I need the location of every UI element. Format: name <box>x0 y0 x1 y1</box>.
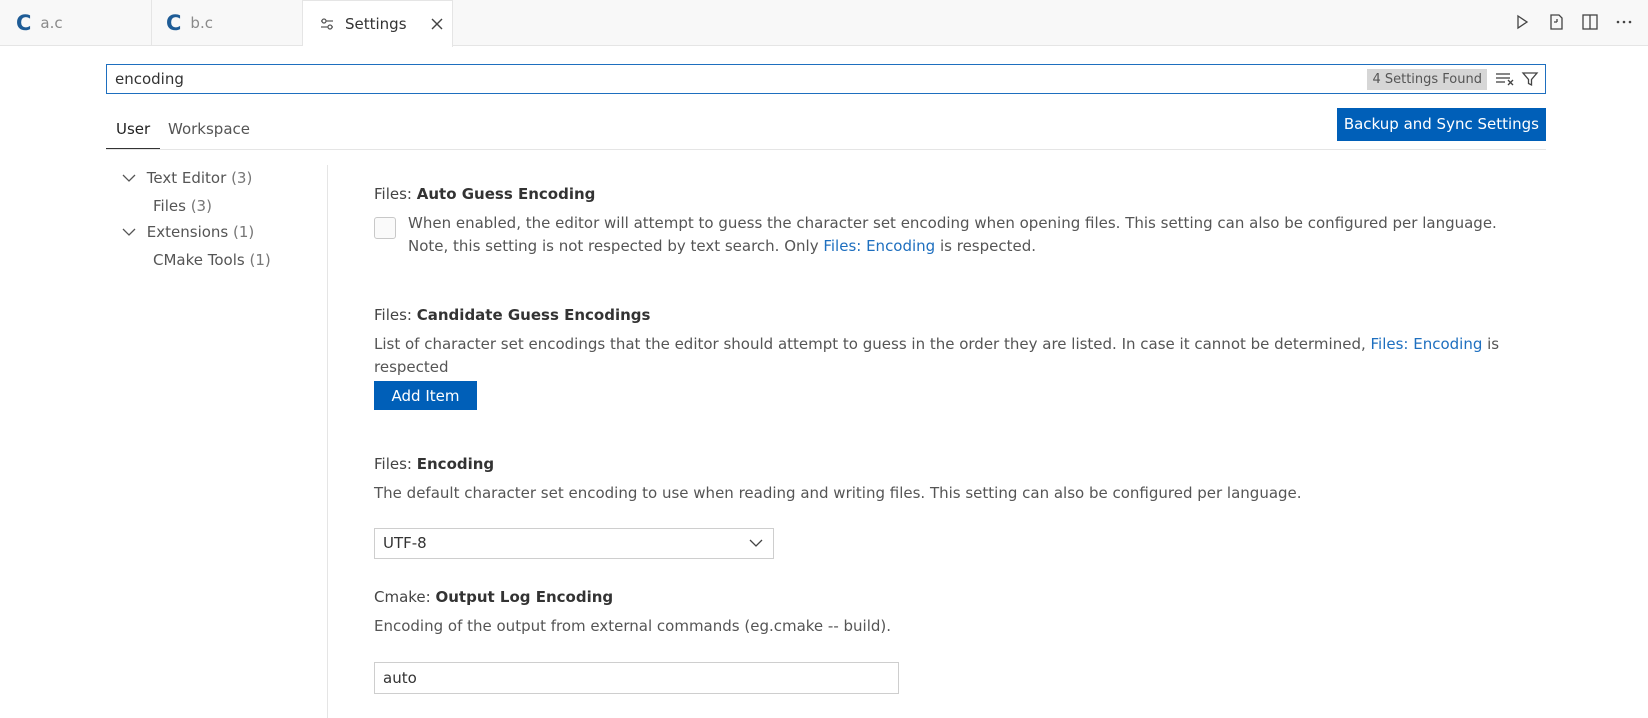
description-text: List of character set encodings that the… <box>374 335 1371 353</box>
tab-label: a.c <box>40 14 63 32</box>
auto-guess-encoding-checkbox[interactable] <box>374 217 396 239</box>
description-text: is respected. <box>935 237 1037 255</box>
c-language-icon: C <box>16 10 32 35</box>
settings-sliders-icon <box>321 18 333 30</box>
toc-item-extensions[interactable]: Extensions (1) <box>122 223 254 241</box>
settings-scope-tabs: User Workspace Backup and Sync Settings <box>105 108 1546 150</box>
split-editor-icon[interactable] <box>1580 12 1600 32</box>
c-language-icon: C <box>166 10 182 35</box>
tab-user[interactable]: User <box>105 120 161 149</box>
toc-count: (1) <box>233 223 255 241</box>
setting-name: Auto Guess Encoding <box>416 185 596 203</box>
setting-title: Files: Auto Guess Encoding <box>374 185 1534 203</box>
editor-tab-bar: C a.c C b.c Settings <box>0 0 1648 47</box>
backup-sync-button[interactable]: Backup and Sync Settings <box>1336 108 1546 141</box>
setting-title: Cmake: Output Log Encoding <box>374 588 1534 606</box>
tab-label: Settings <box>345 15 407 33</box>
results-count-badge: 4 Settings Found <box>1367 69 1487 90</box>
add-item-button[interactable]: Add Item <box>374 381 477 410</box>
setting-description: Encoding of the output from external com… <box>374 617 892 635</box>
close-icon[interactable] <box>429 16 445 32</box>
encoding-select[interactable]: UTF-8 <box>374 528 774 559</box>
toc-item-cmake-tools[interactable]: CMake Tools (1) <box>153 251 271 269</box>
toc-item-text-editor[interactable]: Text Editor (3) <box>122 169 252 187</box>
setting-name: Output Log Encoding <box>435 588 614 606</box>
setting-category: Files: <box>374 455 417 473</box>
setting-name: Encoding <box>416 455 495 473</box>
tab-settings[interactable]: Settings <box>303 0 453 47</box>
toc-item-files[interactable]: Files (3) <box>153 197 212 215</box>
setting-output-log-encoding: Cmake: Output Log Encoding Encoding of t… <box>374 588 1534 694</box>
tab-workspace[interactable]: Workspace <box>168 120 250 138</box>
open-settings-json-icon[interactable] <box>1546 12 1566 32</box>
toc-count: (3) <box>190 197 212 215</box>
toc-label: Extensions <box>146 223 229 241</box>
setting-description: When enabled, the editor will attempt to… <box>374 212 1534 258</box>
setting-description: The default character set encoding to us… <box>374 484 1302 502</box>
settings-search-input[interactable] <box>115 69 1365 89</box>
chevron-down-icon <box>122 174 136 182</box>
filter-icon[interactable] <box>1521 70 1539 88</box>
toc-count: (3) <box>231 169 253 187</box>
files-encoding-link[interactable]: Files: Encoding <box>823 237 935 255</box>
setting-category: Cmake: <box>374 588 436 606</box>
output-log-encoding-input[interactable] <box>374 662 899 694</box>
clear-search-icon[interactable] <box>1495 70 1515 88</box>
toc-label: CMake Tools <box>153 251 245 269</box>
settings-search-box: 4 Settings Found <box>106 64 1546 94</box>
more-actions-icon[interactable] <box>1614 12 1634 32</box>
toc-count: (1) <box>249 251 271 269</box>
setting-description: List of character set encodings that the… <box>374 333 1534 379</box>
chevron-down-icon <box>749 539 763 547</box>
setting-category: Files: <box>374 185 417 203</box>
setting-files-encoding: Files: Encoding The default character se… <box>374 455 1534 559</box>
chevron-down-icon <box>122 228 136 236</box>
tab-label: b.c <box>190 14 213 32</box>
setting-auto-guess-encoding: Files: Auto Guess Encoding When enabled,… <box>374 185 1534 258</box>
toc-label: Files <box>153 197 186 215</box>
files-encoding-link[interactable]: Files: Encoding <box>1371 335 1483 353</box>
tab-a-c[interactable]: C a.c <box>0 0 152 46</box>
setting-category: Files: <box>374 306 417 324</box>
setting-title: Files: Encoding <box>374 455 1534 473</box>
toc-label: Text Editor <box>146 169 227 187</box>
setting-name: Candidate Guess Encodings <box>416 306 651 324</box>
tab-b-c[interactable]: C b.c <box>152 0 303 46</box>
setting-candidate-guess-encodings: Files: Candidate Guess Encodings List of… <box>374 306 1534 410</box>
run-icon[interactable] <box>1512 12 1532 32</box>
editor-actions <box>1512 12 1634 32</box>
select-value: UTF-8 <box>383 534 427 552</box>
settings-toc: Text Editor (3) Files (3) Extensions (1)… <box>106 165 328 718</box>
setting-title: Files: Candidate Guess Encodings <box>374 306 1534 324</box>
